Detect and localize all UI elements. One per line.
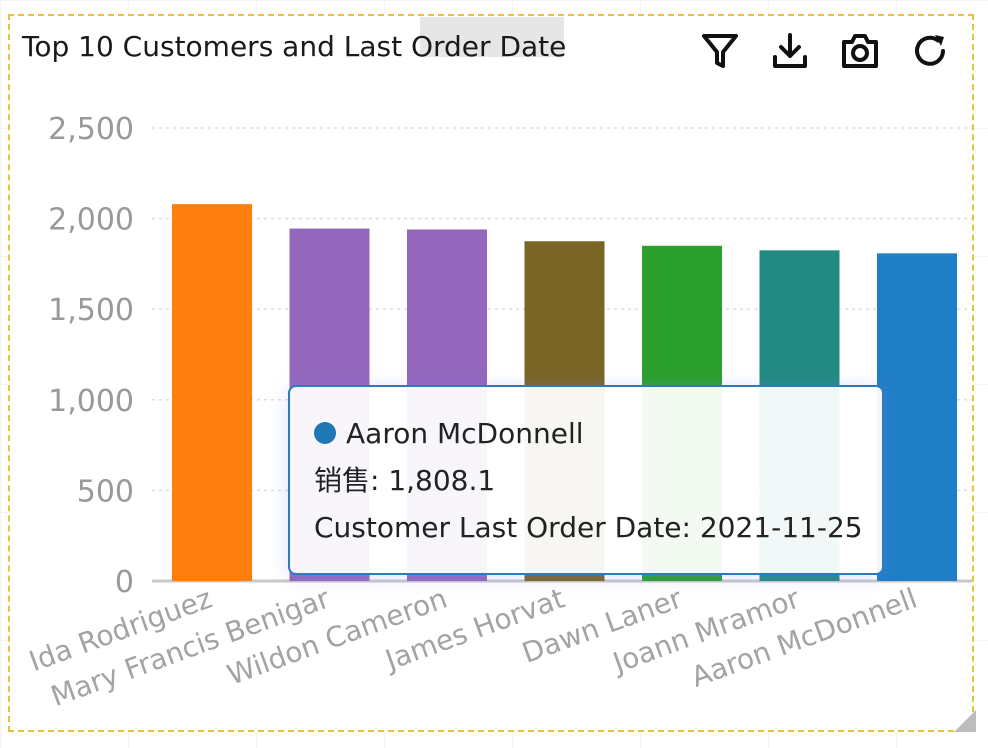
y-tick-label: 500 — [77, 474, 134, 509]
y-tick-label: 1,000 — [48, 384, 134, 419]
tooltip-date-line: Customer Last Order Date: 2021-11-25 — [314, 511, 863, 544]
tooltip-series-name: Aaron McDonnell — [346, 417, 584, 450]
y-tick-label: 2,000 — [48, 203, 134, 238]
bar-chart: 05001,0001,5002,0002,500 Ida RodriguezMa… — [25, 112, 972, 713]
tooltip-series-dot — [314, 422, 336, 444]
tooltip-series-line: Aaron McDonnell — [314, 415, 882, 462]
bar[interactable] — [877, 253, 957, 581]
y-tick-label: 2,500 — [48, 112, 134, 147]
tooltip-value-line: 销售: 1,808.1 — [314, 464, 496, 497]
y-tick-label: 1,500 — [48, 293, 134, 328]
bar[interactable] — [172, 204, 252, 581]
y-tick-label: 0 — [115, 565, 134, 600]
chart-tooltip: Aaron McDonnell 销售: 1,808.1 Customer Las… — [288, 385, 884, 575]
resize-handle[interactable] — [954, 710, 976, 732]
